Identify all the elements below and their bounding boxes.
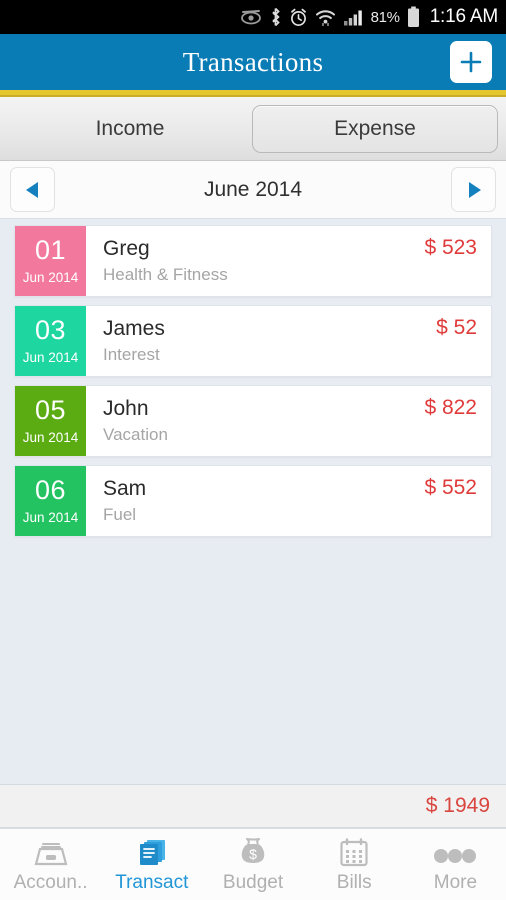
tab-expense[interactable]: Expense xyxy=(252,105,498,153)
row-details: John Vacation xyxy=(86,386,424,456)
previous-month-button[interactable] xyxy=(10,167,55,212)
nav-item-transactions[interactable]: Transact xyxy=(101,829,202,900)
row-category: Vacation xyxy=(103,425,168,445)
file-drawer-icon xyxy=(33,835,69,869)
triangle-right-icon xyxy=(468,181,481,198)
row-date-block: 03 Jun 2014 xyxy=(15,306,86,376)
nav-item-more[interactable]: More xyxy=(405,829,506,900)
row-payee: James xyxy=(103,317,165,341)
row-date-block: 05 Jun 2014 xyxy=(15,386,86,456)
nav-item-more-label: More xyxy=(433,872,478,893)
nav-item-accounts-label: Accoun.. xyxy=(13,872,88,893)
row-amount: $ 523 xyxy=(424,236,477,259)
nav-item-accounts[interactable]: Accoun.. xyxy=(0,829,101,900)
row-date-block: 06 Jun 2014 xyxy=(15,466,86,536)
row-payee: Sam xyxy=(103,477,147,501)
nav-item-budget[interactable]: $ Budget xyxy=(202,829,303,900)
row-month-year: Jun 2014 xyxy=(22,350,79,366)
row-category: Health & Fitness xyxy=(103,265,228,285)
svg-text:$: $ xyxy=(249,846,257,862)
row-details: Sam Fuel xyxy=(86,466,424,536)
row-amount: $ 822 xyxy=(424,396,477,419)
row-details: Greg Health & Fitness xyxy=(86,226,424,296)
nav-item-budget-label: Budget xyxy=(222,872,284,893)
row-category: Fuel xyxy=(103,505,137,525)
row-payee: John xyxy=(103,397,149,421)
plus-icon xyxy=(460,51,482,73)
row-day: 05 xyxy=(34,395,67,426)
table-row[interactable]: 03 Jun 2014 James Interest $ 52 xyxy=(14,305,492,377)
tab-expense-label: Expense xyxy=(334,117,416,140)
triangle-left-icon xyxy=(25,181,38,198)
tab-income-label: Income xyxy=(95,117,165,140)
row-details: James Interest xyxy=(86,306,436,376)
battery-percent-label: 81% xyxy=(370,8,400,26)
bluetooth-icon xyxy=(269,7,282,27)
app-screen: 81% 1:16 AM Transactions Income Expense … xyxy=(0,0,506,900)
tab-income[interactable]: Income xyxy=(8,105,252,153)
signal-icon xyxy=(343,9,364,26)
app-header: Transactions xyxy=(0,34,506,90)
next-month-button[interactable] xyxy=(451,167,496,212)
table-row[interactable]: 05 Jun 2014 John Vacation $ 822 xyxy=(14,385,492,457)
row-month-year: Jun 2014 xyxy=(22,270,79,286)
nav-item-bills-label: Bills xyxy=(336,872,372,893)
row-amount: $ 552 xyxy=(424,476,477,499)
nav-item-transactions-label: Transact xyxy=(115,872,189,893)
month-navigation-bar: June 2014 xyxy=(0,161,506,219)
row-day: 06 xyxy=(34,475,67,506)
row-amount: $ 52 xyxy=(436,316,477,339)
clock-label: 1:16 AM xyxy=(429,6,499,27)
table-row[interactable]: 01 Jun 2014 Greg Health & Fitness $ 523 xyxy=(14,225,492,297)
row-payee: Greg xyxy=(103,237,150,261)
table-row[interactable]: 06 Jun 2014 Sam Fuel $ 552 xyxy=(14,465,492,537)
total-amount: $ 1949 xyxy=(425,794,490,817)
eye-slash-icon xyxy=(240,9,262,25)
money-bag-icon: $ xyxy=(237,835,269,869)
current-month-label: June 2014 xyxy=(203,177,303,201)
row-month-year: Jun 2014 xyxy=(22,510,79,526)
bottom-navigation: Accoun.. Transact $ Budget Bills More xyxy=(0,828,506,900)
three-dots-icon xyxy=(433,835,477,869)
page-title: Transactions xyxy=(182,46,324,77)
documents-stack-icon xyxy=(134,835,170,869)
add-transaction-button[interactable] xyxy=(450,41,492,83)
nav-item-bills[interactable]: Bills xyxy=(304,829,405,900)
type-tab-bar: Income Expense xyxy=(0,97,506,161)
battery-icon xyxy=(407,6,420,28)
transaction-list[interactable]: 01 Jun 2014 Greg Health & Fitness $ 523 … xyxy=(0,219,506,784)
calendar-icon xyxy=(338,835,370,869)
row-day: 03 xyxy=(34,315,67,346)
row-day: 01 xyxy=(34,235,67,266)
row-date-block: 01 Jun 2014 xyxy=(15,226,86,296)
row-category: Interest xyxy=(103,345,160,365)
wifi-icon xyxy=(315,8,336,27)
row-month-year: Jun 2014 xyxy=(22,430,79,446)
status-bar: 81% 1:16 AM xyxy=(0,0,506,34)
total-bar: $ 1949 xyxy=(0,784,506,828)
alarm-icon xyxy=(289,8,308,27)
